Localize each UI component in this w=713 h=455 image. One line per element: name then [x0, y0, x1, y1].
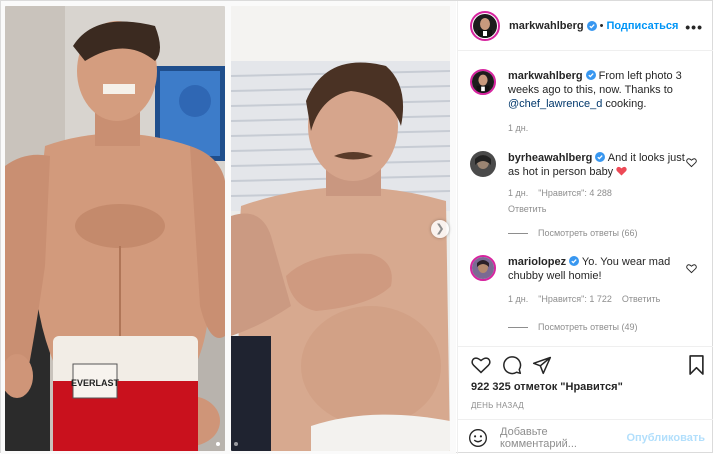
comment-time[interactable]: 1 дн. — [508, 294, 528, 304]
follow-button[interactable]: Подписаться — [606, 20, 678, 32]
replies-divider — [508, 326, 528, 328]
avatar-image — [473, 13, 497, 38]
reply-button[interactable]: Ответить — [508, 202, 688, 216]
comment-avatar[interactable] — [470, 255, 496, 281]
comment-username[interactable]: byrheawahlberg — [508, 152, 592, 164]
author-avatar[interactable] — [470, 10, 500, 41]
publish-button[interactable]: Опубликовать — [626, 432, 705, 444]
post-caption: markwahlberg From left photo 3 weeks ago… — [470, 69, 705, 135]
comment-input[interactable]: Добавьте комментарий... — [500, 426, 626, 450]
carousel-dot — [216, 442, 220, 446]
comment-icon[interactable] — [502, 355, 522, 375]
caption-mention[interactable]: @chef_lawrence_d — [508, 98, 602, 110]
verified-icon — [586, 20, 597, 31]
caption-meta: 1 дн. — [508, 121, 705, 135]
comment-meta: 1 дн. "Нравится": 4 288 Ответить — [508, 186, 688, 216]
verified-icon — [585, 70, 596, 80]
likes-count[interactable]: 922 325 отметок "Нравится" — [471, 381, 623, 393]
view-replies-label: Посмотреть ответы (49) — [538, 322, 638, 332]
comment-time[interactable]: 1 дн. — [508, 188, 528, 198]
post-media[interactable]: EVERLAST ❯ — [1, 1, 456, 454]
emoji-icon[interactable] — [468, 428, 488, 448]
view-replies-label: Посмотреть ответы (66) — [538, 228, 638, 238]
caption-text-end: cooking. — [602, 98, 647, 110]
separator-dot: • — [599, 19, 604, 32]
caption-username[interactable]: markwahlberg — [508, 70, 583, 82]
action-icons — [470, 355, 705, 377]
comment-body: mariolopez Yo. You wear mad chubby well … — [508, 255, 678, 306]
comment-item: byrheawahlberg And it looks just as hot … — [470, 151, 705, 238]
comment-likes[interactable]: "Нравится": 1 722 — [538, 294, 612, 304]
instagram-post: EVERLAST ❯ markwahlberg • Подписаться ••… — [0, 0, 713, 454]
view-replies-button[interactable]: Посмотреть ответы (66) — [508, 228, 705, 238]
caption-avatar[interactable] — [470, 69, 496, 95]
comment-item: mariolopez Yo. You wear mad chubby well … — [470, 255, 705, 332]
carousel-next-button[interactable]: ❯ — [431, 220, 449, 238]
view-replies-button[interactable]: Посмотреть ответы (49) — [508, 322, 705, 332]
carousel-dot — [234, 442, 238, 446]
verified-icon — [569, 256, 580, 266]
share-icon[interactable] — [532, 355, 552, 375]
comment-avatar[interactable] — [470, 151, 496, 177]
reply-button[interactable]: Ответить — [622, 294, 660, 304]
replies-divider — [508, 232, 528, 234]
save-bookmark-icon[interactable] — [688, 355, 705, 375]
caption-time[interactable]: 1 дн. — [508, 123, 528, 133]
verified-icon — [595, 152, 606, 162]
like-comment-icon[interactable] — [686, 263, 697, 274]
post-sidebar: markwahlberg • Подписаться ••• markwahlb… — [457, 1, 713, 454]
more-options-icon[interactable]: ••• — [685, 19, 703, 35]
author-username[interactable]: markwahlberg — [509, 20, 584, 32]
comment-likes[interactable]: "Нравится": 4 288 — [538, 188, 612, 198]
carousel-indicator-right — [234, 442, 238, 446]
comment-meta: 1 дн. "Нравится": 1 722 Ответить — [508, 292, 678, 306]
comment-body: byrheawahlberg And it looks just as hot … — [508, 151, 688, 216]
post-timestamp[interactable]: ДЕНЬ НАЗАД — [471, 401, 524, 410]
add-comment-bar: Добавьте комментарий... Опубликовать — [458, 419, 713, 455]
caption-body: markwahlberg From left photo 3 weeks ago… — [508, 69, 705, 135]
carousel-indicator-left — [216, 442, 220, 446]
like-heart-icon[interactable] — [471, 355, 491, 374]
post-header: markwahlberg • Подписаться ••• — [458, 1, 713, 51]
post-actions: 922 325 отметок "Нравится" ДЕНЬ НАЗАД До… — [458, 346, 713, 454]
like-comment-icon[interactable] — [686, 157, 697, 168]
svg-text:EVERLAST: EVERLAST — [71, 378, 120, 388]
comment-username[interactable]: mariolopez — [508, 256, 566, 268]
chevron-right-icon: ❯ — [435, 222, 445, 235]
photo-after — [231, 6, 450, 451]
heart-emoji-icon — [616, 166, 627, 176]
photo-before: EVERLAST — [5, 6, 225, 451]
comments-list[interactable]: markwahlberg From left photo 3 weeks ago… — [458, 51, 713, 346]
